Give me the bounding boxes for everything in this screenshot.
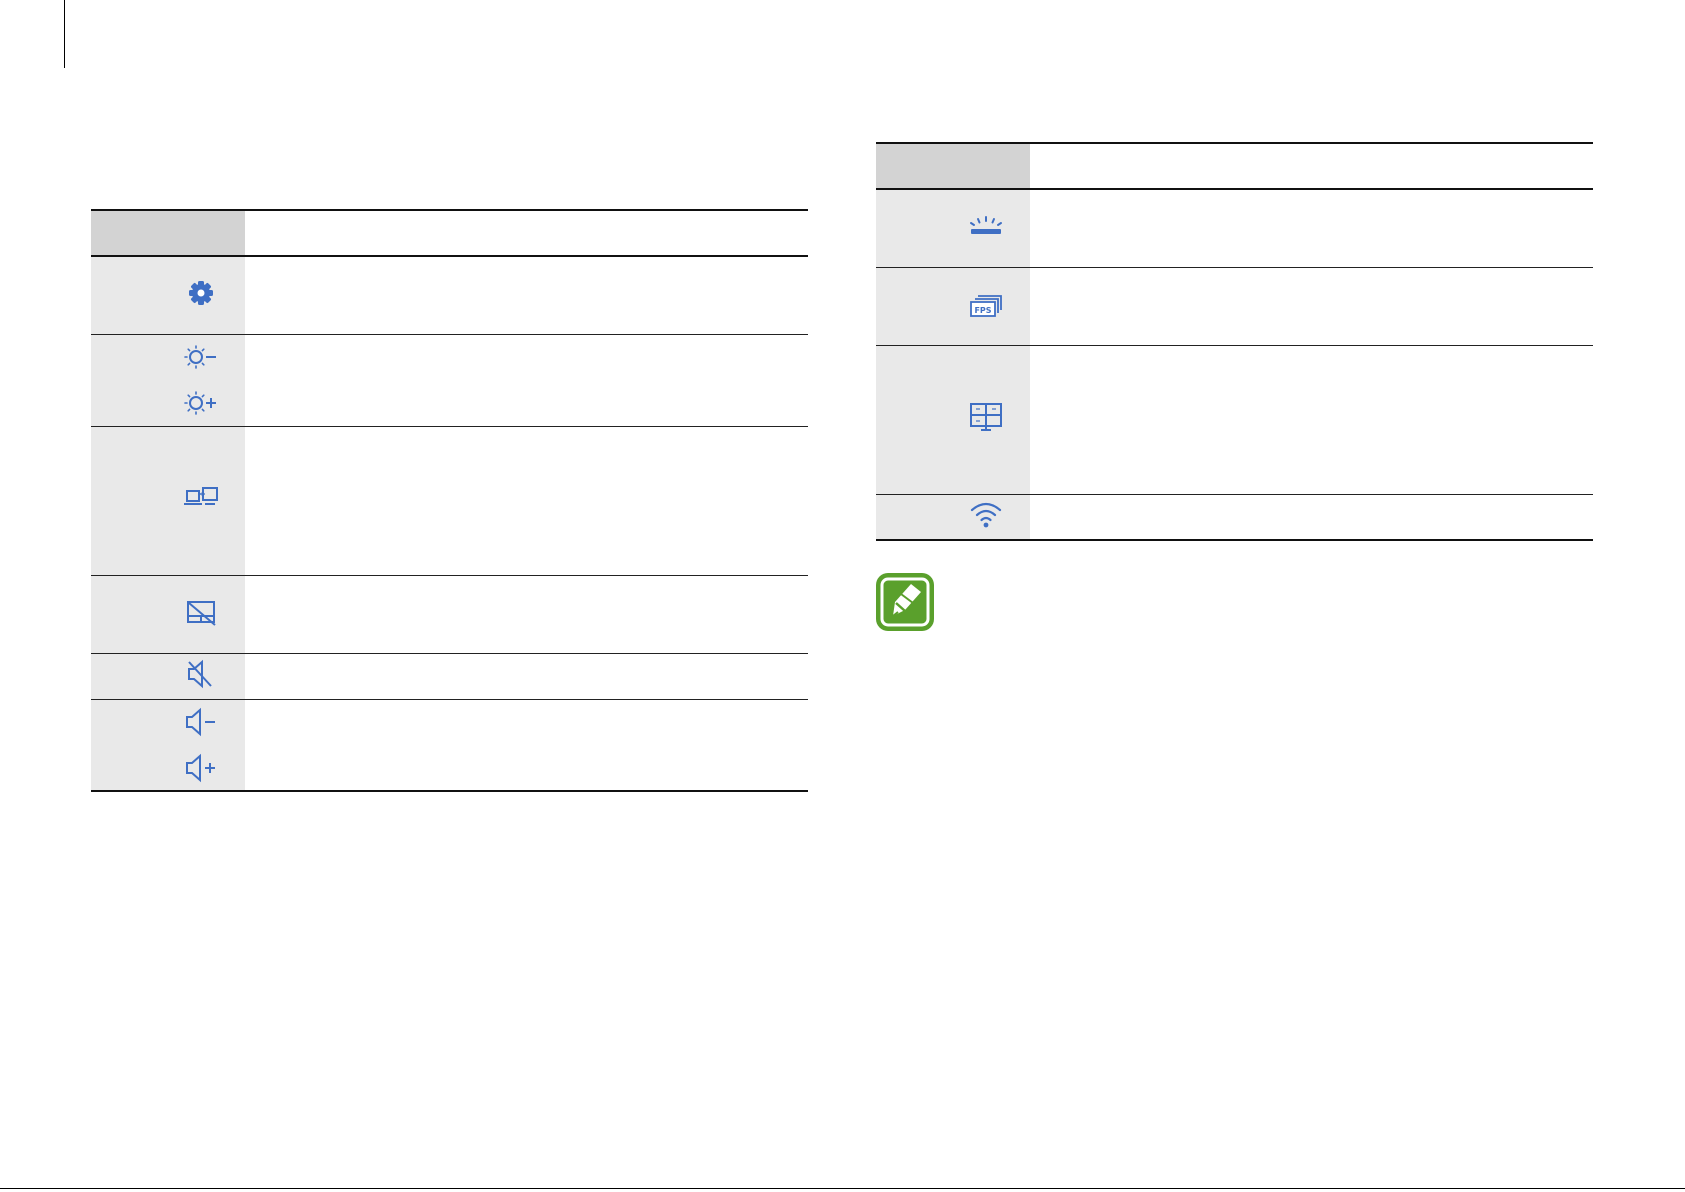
table-row: [91, 653, 808, 700]
key-cell: [876, 494, 1030, 541]
description-cell: [245, 334, 808, 427]
mute-icon: [183, 656, 219, 692]
fps-icon: FPS: [968, 286, 1004, 322]
table-row: FPS: [876, 267, 1593, 346]
description-cell: [1030, 494, 1593, 541]
display-switch-icon: [183, 480, 219, 516]
header-description-cell: [245, 209, 808, 257]
description-cell: [245, 653, 808, 700]
volume-down-icon: [183, 704, 219, 740]
brightness-down-icon: [183, 339, 219, 375]
description-cell: [245, 575, 808, 654]
key-cell: [91, 334, 245, 427]
brightness-up-icon: [183, 385, 219, 421]
header-description-cell: [1030, 142, 1593, 190]
table-row: [91, 256, 808, 335]
table-row: [91, 426, 808, 576]
key-cell: [91, 256, 245, 335]
table-row: [91, 334, 808, 427]
page-margin-rule: [64, 0, 65, 68]
note-pencil-icon: [875, 572, 935, 632]
table-row: [876, 494, 1593, 541]
table-row: [876, 189, 1593, 268]
key-cell: FPS: [876, 267, 1030, 346]
volume-up-icon: [183, 750, 219, 786]
touchpad-off-icon: [183, 594, 219, 630]
page-bottom-rule: [0, 1188, 1685, 1189]
svg-text:FPS: FPS: [974, 306, 991, 315]
table-row: [876, 345, 1593, 495]
description-cell: [245, 426, 808, 576]
description-cell: [245, 699, 808, 792]
key-cell: [876, 345, 1030, 495]
key-cell: [91, 575, 245, 654]
table-row: [91, 699, 808, 792]
key-cell: [91, 699, 245, 792]
description-cell: [1030, 267, 1593, 346]
keyboard-backlight-icon: [968, 208, 1004, 244]
wifi-icon: [968, 496, 1004, 532]
left-key-table: [91, 209, 808, 792]
table-row: [91, 575, 808, 654]
table-header-row: [91, 209, 808, 257]
header-key-cell: [91, 209, 245, 257]
key-cell: [91, 653, 245, 700]
settings-gear-icon: [183, 275, 219, 311]
key-cell: [91, 426, 245, 576]
description-cell: [1030, 189, 1593, 268]
description-cell: [245, 256, 808, 335]
table-header-row: [876, 142, 1593, 190]
key-cell: [876, 189, 1030, 268]
display-layout-icon: [968, 399, 1004, 435]
header-key-cell: [876, 142, 1030, 190]
description-cell: [1030, 345, 1593, 495]
right-key-table: FPS: [876, 142, 1593, 541]
